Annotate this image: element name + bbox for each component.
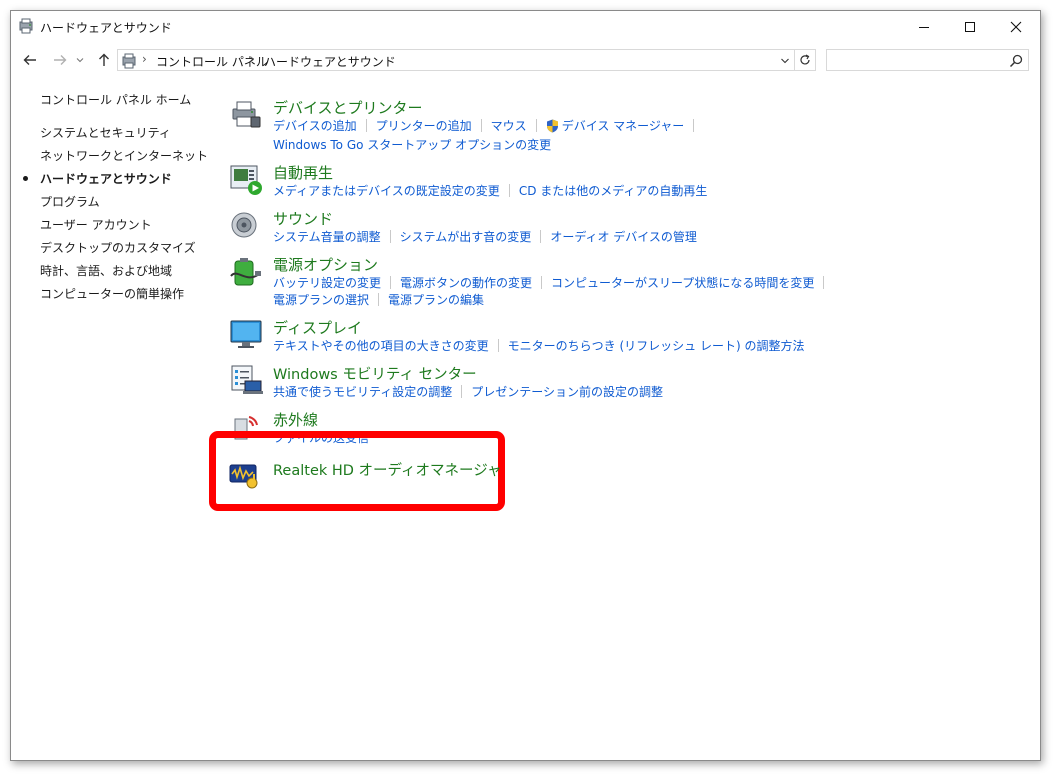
category-title-power-options[interactable]: 電源オプション	[273, 254, 378, 275]
category-links-sound: システム音量の調整 システムが出す音の変更 オーディオ デバイスの管理	[273, 228, 697, 245]
sidebar-item-clock-language-region[interactable]: 時計、言語、および地域	[40, 262, 172, 279]
link-change-system-sounds[interactable]: システムが出す音の変更	[400, 230, 532, 244]
sidebar-item-network-internet[interactable]: ネットワークとインターネット	[40, 147, 208, 164]
link-mouse[interactable]: マウス	[491, 119, 527, 133]
search-icon	[1009, 54, 1023, 68]
category-title-autoplay[interactable]: 自動再生	[273, 162, 333, 183]
link-sleep-time[interactable]: コンピューターがスリープ状態になる時間を変更	[551, 276, 814, 290]
mobility-center-icon	[231, 365, 263, 394]
up-arrow-icon	[99, 53, 109, 66]
link-add-printer[interactable]: プリンターの追加	[376, 119, 472, 133]
link-choose-power-plan[interactable]: 電源プランの選択	[273, 293, 369, 307]
address-bar[interactable]: › コントロール パネル › ハードウェアとサウンド	[117, 49, 816, 71]
link-adjust-volume[interactable]: システム音量の調整	[273, 230, 381, 244]
link-separator	[693, 119, 695, 132]
address-dropdown-button[interactable]	[777, 52, 793, 70]
chevron-down-icon	[76, 58, 84, 63]
category-title-sound[interactable]: サウンド	[273, 208, 333, 229]
link-cd-autoplay[interactable]: CD または他のメディアの自動再生	[519, 184, 708, 198]
recent-locations-button[interactable]	[73, 49, 87, 71]
forward-button[interactable]	[49, 49, 71, 71]
link-separator	[378, 293, 380, 306]
link-text-size[interactable]: テキストやその他の項目の大きさの変更	[273, 339, 489, 353]
breadcrumb-separator[interactable]: ›	[142, 52, 147, 66]
link-separator	[390, 276, 392, 289]
category-links-mobility-center: 共通で使うモビリティ設定の調整 プレゼンテーション前の設定の調整	[273, 383, 663, 400]
control-panel-window: ハードウェアとサウンド › コントロール パネル › ハードウェアとサウンド コ…	[10, 10, 1041, 761]
title-bar[interactable]: ハードウェアとサウンド	[11, 11, 1040, 43]
back-arrow-icon	[23, 55, 36, 65]
link-separator	[461, 385, 463, 398]
link-power-button-action[interactable]: 電源ボタンの動作の変更	[400, 276, 532, 290]
sidebar-item-desktop-customization[interactable]: デスクトップのカスタマイズ	[40, 239, 196, 256]
sidebar-item-programs[interactable]: プログラム	[40, 193, 100, 210]
link-add-device[interactable]: デバイスの追加	[273, 119, 357, 133]
refresh-icon	[800, 54, 810, 65]
link-separator	[508, 184, 510, 197]
monitor-icon	[230, 320, 262, 348]
link-mobility-settings[interactable]: 共通で使うモビリティ設定の調整	[273, 385, 452, 399]
sidebar-item-control-panel-home[interactable]: コントロール パネル ホーム	[40, 91, 191, 108]
category-links-autoplay: メディアまたはデバイスの既定設定の変更 CD または他のメディアの自動再生	[273, 182, 707, 199]
link-refresh-rate[interactable]: モニターのちらつき (リフレッシュ レート) の調整方法	[508, 339, 805, 353]
category-links-display: テキストやその他の項目の大きさの変更 モニターのちらつき (リフレッシュ レート)…	[273, 337, 804, 354]
link-separator	[541, 276, 543, 289]
link-edit-power-plan[interactable]: 電源プランの編集	[388, 293, 484, 307]
link-battery-settings[interactable]: バッテリ設定の変更	[273, 276, 381, 290]
realtek-audio-icon	[229, 464, 258, 489]
category-title-devices-printers[interactable]: デバイスとプリンター	[273, 97, 423, 118]
minimize-button[interactable]	[901, 11, 947, 43]
category-title-infrared[interactable]: 赤外線	[273, 409, 318, 430]
link-separator	[480, 119, 482, 132]
link-separator	[365, 119, 367, 132]
close-icon	[1010, 21, 1022, 33]
navigation-bar: › コントロール パネル › ハードウェアとサウンド	[11, 47, 1040, 73]
category-links-devices-printers-2: Windows To Go スタートアップ オプションの変更	[273, 136, 551, 153]
breadcrumb-hardware-sound[interactable]: ハードウェアとサウンド	[264, 53, 396, 70]
chevron-down-icon	[781, 58, 789, 64]
back-button[interactable]	[19, 49, 41, 71]
up-button[interactable]	[93, 49, 115, 71]
link-separator	[540, 230, 542, 243]
link-separator	[535, 119, 537, 132]
link-separator	[497, 339, 499, 352]
printer-icon	[232, 101, 261, 128]
close-button[interactable]	[993, 11, 1039, 43]
category-title-display[interactable]: ディスプレイ	[273, 317, 362, 338]
forward-arrow-icon	[54, 55, 67, 65]
link-default-media-settings[interactable]: メディアまたはデバイスの既定設定の変更	[273, 184, 500, 198]
link-windows-to-go[interactable]: Windows To Go スタートアップ オプションの変更	[273, 138, 551, 152]
category-title-mobility-center[interactable]: Windows モビリティ センター	[273, 363, 477, 384]
minimize-icon	[919, 27, 929, 28]
link-presentation-settings[interactable]: プレゼンテーション前の設定の調整	[471, 385, 663, 399]
maximize-icon	[965, 22, 975, 32]
battery-icon	[230, 258, 261, 286]
speaker-icon	[231, 212, 257, 238]
category-links-power-options-2: 電源プランの選択 電源プランの編集	[273, 291, 484, 308]
sidebar-item-user-accounts[interactable]: ユーザー アカウント	[40, 216, 152, 233]
sidebar-item-system-security[interactable]: システムとセキュリティ	[40, 124, 171, 141]
category-links-devices-printers: デバイスの追加 プリンターの追加 マウス デバイス マネージャー	[273, 117, 703, 134]
control-panel-icon	[19, 18, 33, 34]
sidebar-item-hardware-sound[interactable]: ハードウェアとサウンド	[40, 170, 172, 187]
category-title-realtek-audio[interactable]: Realtek HD オーディオマネージャ	[273, 459, 502, 480]
current-page-bullet	[23, 176, 28, 181]
sidebar-item-ease-of-access[interactable]: コンピューターの簡単操作	[40, 285, 184, 302]
autoplay-icon	[230, 165, 262, 195]
link-device-manager[interactable]: デバイス マネージャー	[562, 119, 685, 133]
control-panel-icon	[122, 53, 136, 69]
window-title: ハードウェアとサウンド	[40, 21, 172, 35]
breadcrumb-separator[interactable]: ›	[250, 52, 255, 66]
category-links-power-options: バッテリ設定の変更 電源ボタンの動作の変更 コンピューターがスリープ状態になる時間を…	[273, 274, 833, 291]
search-input[interactable]	[826, 49, 1029, 71]
link-separator	[389, 230, 391, 243]
uac-shield-icon	[546, 119, 558, 133]
refresh-button[interactable]	[794, 50, 815, 70]
maximize-button[interactable]	[947, 11, 993, 43]
link-separator	[823, 276, 825, 289]
link-manage-audio-devices[interactable]: オーディオ デバイスの管理	[550, 230, 697, 244]
